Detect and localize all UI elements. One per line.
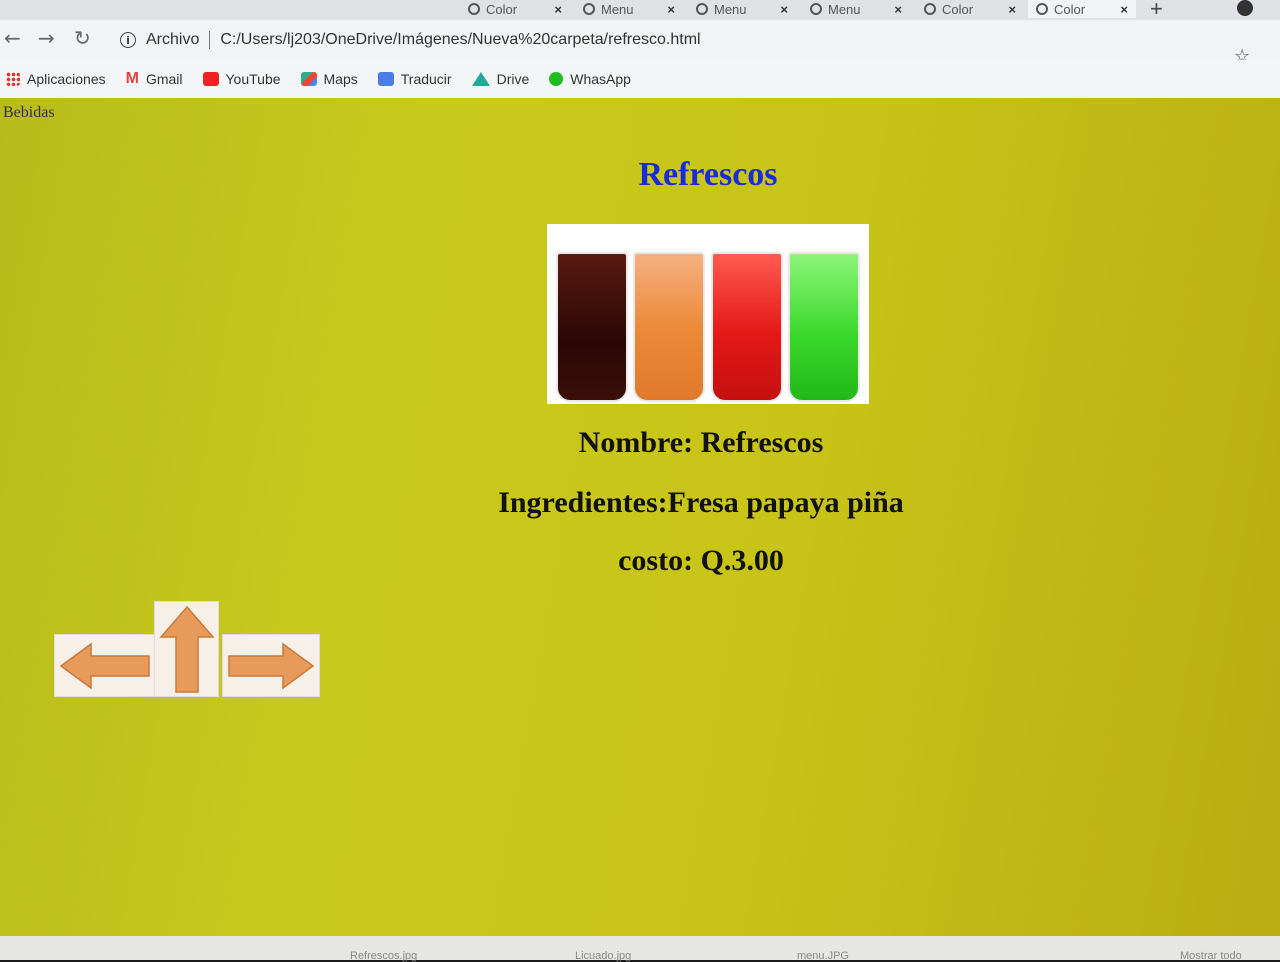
globe-icon xyxy=(583,3,595,15)
globe-icon xyxy=(810,3,822,15)
divider xyxy=(209,31,211,49)
bookmark-maps[interactable]: Maps xyxy=(300,71,358,87)
security-label: Archivo xyxy=(146,31,200,48)
bookmark-label: Traducir xyxy=(400,71,452,87)
page-title: Refrescos xyxy=(638,156,778,193)
tab-label: Menu xyxy=(601,1,634,17)
close-icon[interactable]: × xyxy=(1120,2,1128,17)
page-viewport: Bebidas Refrescos Nombre: Refrescos Ingr… xyxy=(0,98,1280,936)
download-item[interactable]: menu.JPG xyxy=(797,950,849,962)
close-icon[interactable]: × xyxy=(667,2,675,17)
bookmark-apps[interactable]: Aplicaciones xyxy=(6,71,106,87)
info-icon[interactable]: i xyxy=(120,32,136,48)
whatsapp-icon xyxy=(549,72,564,86)
tab[interactable]: Menu × xyxy=(688,0,796,18)
profile-icon[interactable] xyxy=(1237,0,1253,16)
youtube-icon xyxy=(202,72,219,86)
up-button[interactable] xyxy=(154,601,219,697)
tab-label: Menu xyxy=(714,1,747,17)
tab-label: Color xyxy=(1054,1,1086,17)
orange-glass xyxy=(633,252,706,402)
bookmark-label: Gmail xyxy=(145,71,183,87)
url-text[interactable]: C:/Users/lj203/OneDrive/Imágenes/Nueva%2… xyxy=(220,31,700,49)
cola-glass xyxy=(555,252,628,402)
green-glass xyxy=(788,252,861,402)
product-name: Nombre: Refrescos xyxy=(578,426,824,459)
download-item[interactable]: Licuado.jpg xyxy=(575,950,631,962)
tab[interactable]: Menu × xyxy=(802,0,910,18)
breadcrumb[interactable]: Bebidas xyxy=(3,104,55,122)
bookmark-label: Aplicaciones xyxy=(27,71,106,87)
bookmark-drive[interactable]: Drive xyxy=(471,71,530,87)
bookmark-youtube[interactable]: YouTube xyxy=(202,71,281,87)
tab[interactable]: Color × xyxy=(460,0,570,18)
toolbar: ← → ↻ i Archivo C:/Users/lj203/OneDrive/… xyxy=(0,20,1280,67)
globe-icon xyxy=(924,3,936,15)
close-icon[interactable]: × xyxy=(1008,2,1016,17)
tab[interactable]: Menu × xyxy=(575,0,683,18)
show-all-link[interactable]: Mostrar todo xyxy=(1180,950,1242,962)
product-cost: costo: Q.3.00 xyxy=(618,544,784,577)
tab-strip: Color × Menu × Menu × Menu × Color × Col… xyxy=(0,0,1280,22)
bookmark-label: WhasApp xyxy=(570,71,631,87)
drinks-photo xyxy=(547,224,869,404)
bookmark-gmail[interactable]: M Gmail xyxy=(126,70,183,88)
new-tab-button[interactable]: + xyxy=(1150,0,1163,22)
tab[interactable]: Color × xyxy=(916,0,1024,18)
arrow-up-icon xyxy=(158,605,215,693)
product-ingredients: Ingredientes:Fresa papaya piña xyxy=(498,486,904,519)
download-bar: Refrescos.jpg Licuado.jpg menu.JPG Mostr… xyxy=(0,936,1280,962)
globe-icon xyxy=(696,3,708,15)
bookmark-label: Drive xyxy=(496,71,530,87)
previous-button[interactable] xyxy=(54,634,156,697)
apps-icon xyxy=(6,72,20,86)
bookmark-label: Maps xyxy=(323,71,358,87)
forward-icon[interactable]: → xyxy=(38,26,55,50)
translate-icon xyxy=(377,72,394,86)
gmail-icon: M xyxy=(125,70,139,87)
globe-icon xyxy=(1036,3,1048,15)
reload-icon[interactable]: ↻ xyxy=(74,26,91,50)
close-icon[interactable]: × xyxy=(894,2,902,17)
close-icon[interactable]: × xyxy=(554,2,562,17)
globe-icon xyxy=(468,3,480,15)
bookmarks-bar: Aplicaciones M Gmail YouTube Maps Traduc… xyxy=(0,60,1280,98)
close-icon[interactable]: × xyxy=(780,2,788,17)
bookmark-label: YouTube xyxy=(225,71,281,87)
next-button[interactable] xyxy=(222,634,320,697)
tab-label: Menu xyxy=(828,1,861,17)
address-bar[interactable]: i Archivo C:/Users/lj203/OneDrive/Imágen… xyxy=(110,24,1250,56)
arrow-left-icon xyxy=(59,642,150,689)
maps-icon xyxy=(300,72,317,86)
bookmark-traducir[interactable]: Traducir xyxy=(377,71,452,87)
arrow-right-icon xyxy=(228,642,315,689)
tab-active[interactable]: Color × xyxy=(1028,0,1136,18)
red-glass xyxy=(710,252,783,402)
download-item[interactable]: Refrescos.jpg xyxy=(350,950,417,962)
tab-label: Color xyxy=(942,1,974,17)
back-icon[interactable]: ← xyxy=(4,26,21,50)
tab-label: Color xyxy=(486,1,518,17)
bookmark-whatsapp[interactable]: WhasApp xyxy=(549,71,631,87)
drive-icon xyxy=(471,72,490,86)
